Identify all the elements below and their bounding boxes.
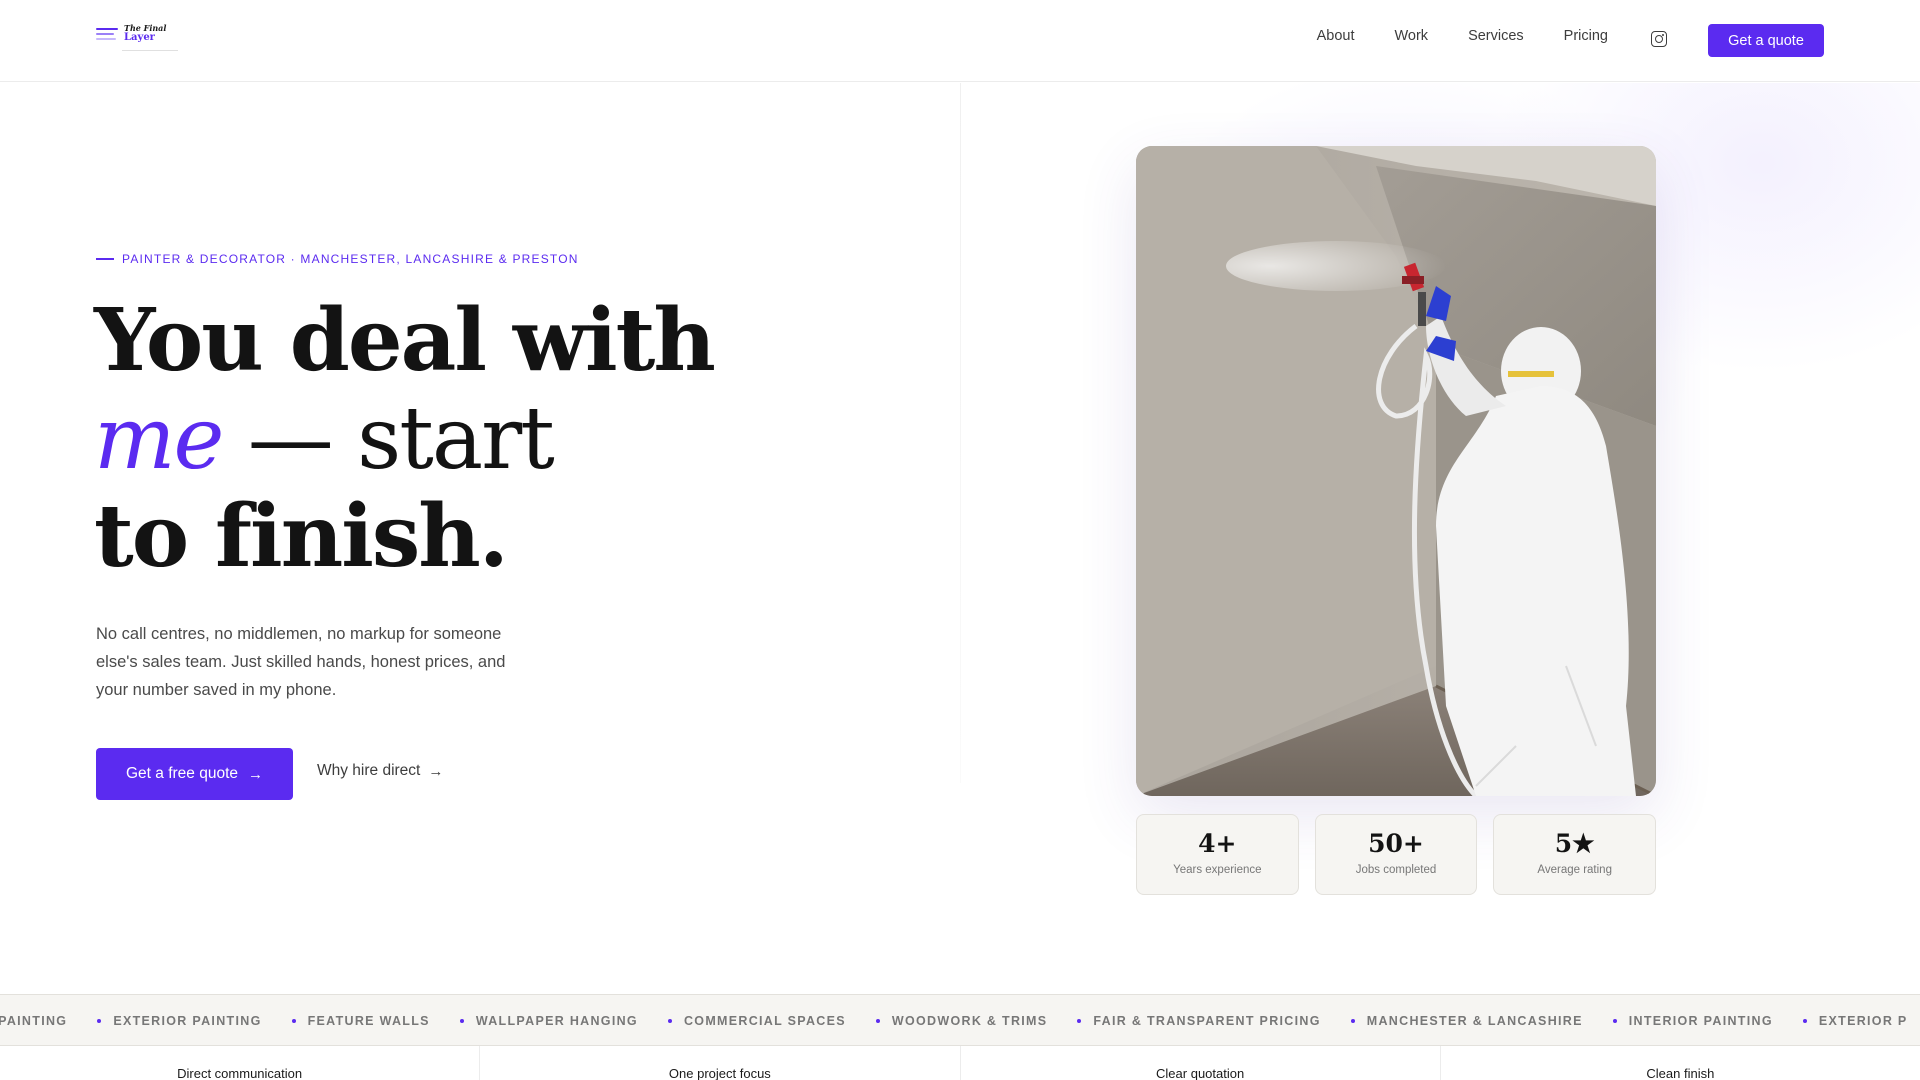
main-nav: About Work Services Pricing [1317, 28, 1608, 44]
hero-eyebrow: PAINTER & DECORATOR · MANCHESTER, LANCAS… [96, 252, 579, 266]
stat-label: Average rating [1537, 864, 1612, 876]
marquee-track: OR PAINTING EXTERIOR PAINTING FEATURE WA… [0, 995, 1920, 1045]
stat-value: 50+ [1368, 829, 1424, 858]
get-a-quote-button[interactable]: Get a quote [1708, 24, 1824, 57]
arrow-right-icon: → [428, 762, 444, 780]
bullet-dot-icon [97, 1019, 102, 1023]
bullet-dot-icon [291, 1019, 296, 1023]
stats-row: 4+ Years experience 50+ Jobs completed 5… [1136, 814, 1657, 895]
headline-dash-start: — start [222, 389, 555, 489]
marquee-item-label: WOODWORK & TRIMS [891, 1014, 1048, 1028]
bullet-dot-icon [1802, 1019, 1807, 1023]
feature-direct-communication: Direct communication [0, 1046, 481, 1080]
marquee-item-label: INTERIOR PAINTING [1628, 1014, 1773, 1028]
headline-line-1: You deal with [94, 290, 716, 391]
eyebrow-dash [96, 258, 114, 260]
arrow-right-icon: → [248, 765, 264, 783]
bullet-dot-icon [875, 1019, 880, 1023]
get-free-quote-label: Get a free quote [125, 765, 239, 782]
bullet-dot-icon [1350, 1019, 1355, 1023]
site-header: The Final Layer About Work Services Pric… [0, 0, 1920, 82]
feature-clear-quotation: Clear quotation [961, 1046, 1441, 1080]
marquee-item: EXTERIOR PAINTING [97, 1014, 261, 1028]
marquee-item-label: OR PAINTING [0, 1014, 68, 1028]
logo-wordmark: The Final Layer [124, 24, 166, 43]
marquee-item: WALLPAPER HANGING [459, 1014, 638, 1028]
marquee-item: MANCHESTER & LANCASHIRE [1350, 1014, 1583, 1028]
marquee-item-label: EXTERIOR PAINTING [113, 1014, 262, 1028]
logo-underline [122, 50, 178, 51]
why-hire-direct-label: Why hire direct [317, 762, 421, 779]
marquee-item: EXTERIOR P [1802, 1014, 1908, 1028]
bullet-dot-icon [1612, 1019, 1617, 1023]
marquee-item-label: COMMERCIAL SPACES [683, 1014, 846, 1028]
get-free-quote-button[interactable]: Get a free quote → [96, 748, 293, 800]
feature-clean-finish: Clean finish [1646, 1066, 1715, 1080]
instagram-icon[interactable] [1651, 31, 1667, 47]
stat-value: 5★ [1554, 829, 1595, 858]
why-hire-direct-link[interactable]: Why hire direct → [317, 762, 443, 780]
marquee-item-label: FEATURE WALLS [307, 1014, 430, 1028]
hero-photo-painter-spraying [1136, 146, 1656, 796]
nav-work[interactable]: Work [1394, 28, 1428, 44]
feature-strip: Direct communication One project focus C… [0, 1046, 1920, 1080]
stat-card-rating: 5★ Average rating [1493, 814, 1657, 895]
logo-line-2: Layer [124, 32, 155, 43]
marquee-item-label: EXTERIOR P [1818, 1014, 1908, 1028]
nav-services[interactable]: Services [1468, 28, 1524, 44]
stat-label: Years experience [1173, 864, 1262, 876]
marquee-item: FEATURE WALLS [291, 1014, 430, 1028]
marquee-item: COMMERCIAL SPACES [667, 1014, 846, 1028]
headline-line-3: to finish. [94, 486, 509, 587]
marquee-item: WOODWORK & TRIMS [875, 1014, 1048, 1028]
bullet-dot-icon [667, 1019, 672, 1023]
hero-headline: You deal with me — start to finish. [94, 290, 716, 587]
marquee-item: FAIR & TRANSPARENT PRICING [1077, 1014, 1320, 1028]
marquee-item-label: MANCHESTER & LANCASHIRE [1366, 1014, 1583, 1028]
headline-me: me [94, 389, 224, 489]
brand-logo[interactable]: The Final Layer [96, 24, 186, 56]
feature-one-project-focus: One project focus [480, 1046, 961, 1080]
marquee-item: INTERIOR PAINTING [1612, 1014, 1773, 1028]
marquee-item: OR PAINTING [0, 1014, 67, 1028]
marquee-item-label: FAIR & TRANSPARENT PRICING [1093, 1014, 1321, 1028]
bullet-dot-icon [1077, 1019, 1082, 1023]
stat-card-years: 4+ Years experience [1136, 814, 1299, 895]
stat-card-jobs: 50+ Jobs completed [1314, 814, 1478, 895]
stat-label: Jobs completed [1355, 864, 1437, 876]
nav-about[interactable]: About [1317, 28, 1355, 44]
hero-lede: No call centres, no middlemen, no markup… [96, 625, 506, 699]
marquee-item-label: WALLPAPER HANGING [475, 1014, 638, 1028]
services-marquee: OR PAINTING EXTERIOR PAINTING FEATURE WA… [0, 994, 1920, 1046]
bullet-dot-icon [459, 1019, 464, 1023]
nav-pricing[interactable]: Pricing [1564, 28, 1608, 44]
hero-divider [960, 83, 961, 783]
eyebrow-text: PAINTER & DECORATOR · MANCHESTER, LANCAS… [122, 252, 579, 266]
logo-mark-icon [96, 28, 120, 46]
stat-value: 4+ [1198, 829, 1237, 858]
